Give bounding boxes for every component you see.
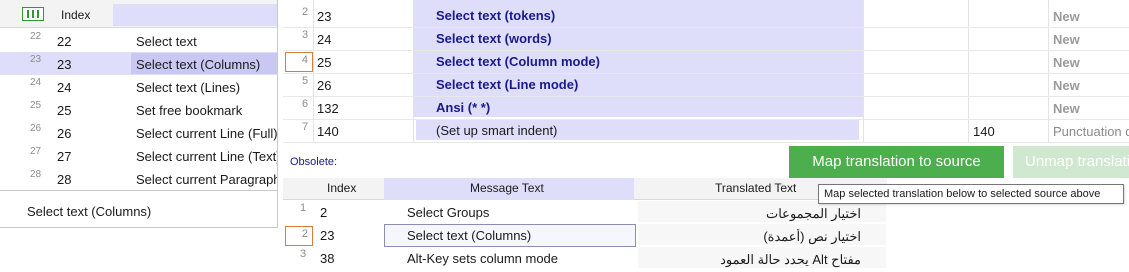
message-text: Select text (Columns) [407, 228, 532, 243]
table-row[interactable]: 6 132 Ansi (* *) New [283, 96, 1129, 120]
row-number: 4 [301, 54, 308, 66]
row-index: 25 [317, 55, 332, 70]
translation-text: 140 [973, 124, 995, 139]
message-text: Select text (tokens) [436, 8, 556, 23]
row-index: 27 [57, 149, 72, 164]
row-number: 27 [30, 146, 42, 157]
row-number: 3 [300, 248, 307, 260]
row-number: 28 [30, 169, 42, 180]
message-column-header[interactable]: Message Text [470, 181, 544, 195]
row-number: 7 [302, 121, 309, 133]
message-text: Alt-Key sets column mode [407, 251, 559, 266]
obsolete-row[interactable]: 1 2 Select Groups اختيار المجموعات [283, 200, 887, 223]
message-text: Select text (Column mode) [436, 54, 600, 69]
index-column-header[interactable]: Index [327, 181, 356, 195]
source-list-panel: Index 22 22 Select text 23 23 Select tex… [0, 0, 278, 228]
columns-icon[interactable] [22, 7, 44, 21]
table-row[interactable]: 7 140 (Set up smart indent) 140 Punctuat… [283, 119, 1129, 143]
status-text: New [1053, 32, 1080, 47]
map-button-tooltip: Map selected translation below to select… [818, 184, 1124, 204]
row-index: 24 [57, 80, 72, 95]
status-text: New [1053, 9, 1080, 24]
message-text: Ansi (* *) [436, 100, 491, 115]
row-number: 23 [30, 54, 42, 65]
unmap-translation-button[interactable]: Unmap translati [1013, 146, 1129, 178]
row-number: 5 [302, 75, 309, 87]
row-index: 26 [317, 78, 332, 93]
obsolete-label: Obsolete: [290, 156, 338, 168]
row-index: 140 [317, 124, 339, 139]
selected-source-preview: Select text (Columns) [0, 190, 277, 227]
message-text: Select Groups [407, 205, 490, 220]
row-index: 26 [57, 126, 72, 141]
row-text: Select text (Columns) [136, 57, 261, 72]
row-index: 132 [317, 101, 339, 116]
translated-column-header[interactable]: Translated Text [715, 181, 796, 195]
row-text: Select text (Lines) [136, 80, 241, 95]
row-index: 23 [57, 57, 72, 72]
list-item[interactable]: 28 28 Select current Paragraph [0, 167, 278, 190]
row-text: Select current Line (Text) [136, 149, 278, 164]
translation-text: مفتاح Alt يحدد حالة العمود [720, 252, 861, 267]
row-index: 23 [320, 228, 335, 243]
table-row[interactable]: 5 26 Select text (Line mode) New [283, 73, 1129, 97]
message-text: Select text (words) [436, 31, 552, 46]
row-index: 25 [57, 103, 72, 118]
table-row[interactable]: 2 23 Select text (tokens) New [283, 4, 1129, 28]
list-item[interactable]: 22 22 Select text [0, 29, 277, 52]
list-item[interactable]: 24 24 Select text (Lines) [0, 75, 277, 98]
table-row-selected[interactable]: 4 25 Select text (Column mode) New [283, 50, 1129, 74]
message-text: Select text (Line mode) [436, 77, 579, 92]
row-text: Set free bookmark [136, 103, 243, 118]
table-row[interactable]: 3 24 Select text (words) New [283, 27, 1129, 51]
list-item[interactable]: 25 25 Set free bookmark [0, 98, 277, 121]
row-number: 26 [30, 123, 42, 134]
row-number: 2 [302, 6, 309, 18]
obsolete-row[interactable]: 3 38 Alt-Key sets column mode مفتاح Alt … [283, 246, 887, 269]
translation-text: اختيار نص (أعمدة) [763, 229, 861, 244]
row-number: 2 [301, 228, 308, 240]
status-text: Punctuation d [1053, 124, 1129, 139]
row-index: 22 [57, 34, 72, 49]
status-text: New [1053, 55, 1080, 70]
translation-text: اختيار المجموعات [765, 206, 861, 221]
list-item[interactable]: 26 26 Select current Line (Full) [0, 121, 278, 144]
message-text: (Set up smart indent) [436, 123, 558, 138]
list-item-selected[interactable]: 23 23 Select text (Columns) [0, 52, 277, 75]
index-column-header[interactable]: Index [61, 8, 90, 22]
row-index: 38 [320, 251, 335, 266]
map-translation-button[interactable]: Map translation to source [789, 146, 1004, 178]
row-text: Select current Paragraph [136, 172, 278, 187]
row-number: 1 [300, 202, 307, 214]
row-number: 3 [302, 29, 309, 41]
source-list-header: Index [0, 0, 277, 28]
row-number: 24 [30, 77, 42, 88]
obsolete-row-selected[interactable]: 2 23 Select text (Columns) اختيار نص (أع… [283, 223, 887, 247]
row-index: 23 [317, 9, 332, 24]
preview-text: Select text (Columns) [27, 204, 152, 219]
status-text: New [1053, 101, 1080, 116]
row-text: Select current Line (Full) [136, 126, 278, 141]
row-text: Select text [136, 34, 197, 49]
status-text: New [1053, 78, 1080, 93]
list-item[interactable]: 27 27 Select current Line (Text) [0, 144, 278, 167]
row-number: 25 [30, 100, 42, 111]
obsolete-table-header: Index Message Text Translated Text [283, 178, 887, 200]
message-column-header[interactable] [113, 4, 277, 26]
row-index: 28 [57, 172, 72, 187]
row-number: 6 [302, 98, 309, 110]
row-index: 24 [317, 32, 332, 47]
translation-grid: 2 23 Select text (tokens) New 3 24 Selec… [283, 0, 1129, 143]
row-number: 22 [30, 31, 42, 42]
row-index: 2 [320, 205, 328, 220]
